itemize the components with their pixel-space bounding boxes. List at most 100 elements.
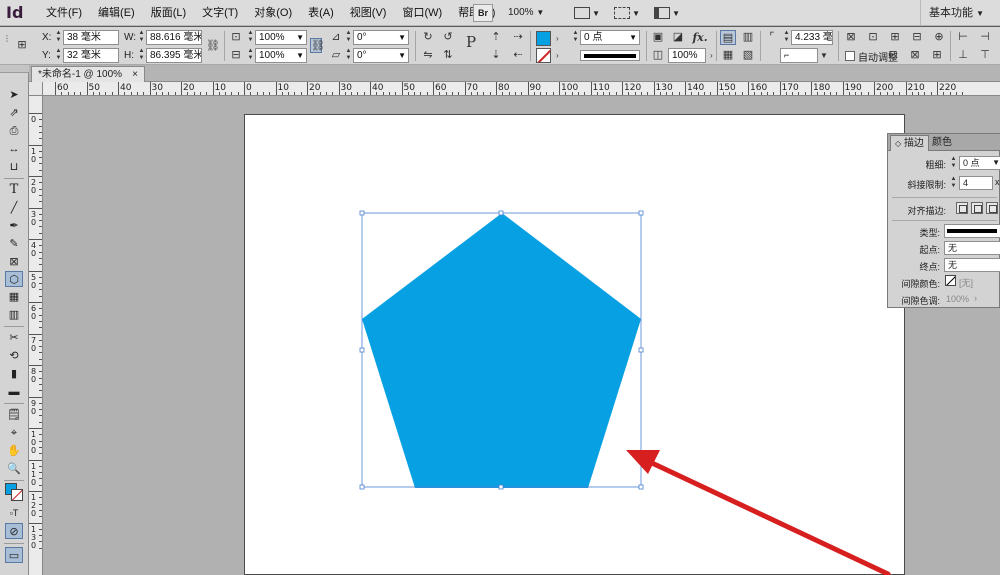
scale-x-field[interactable]: 100% ▼ bbox=[255, 30, 307, 45]
drop-shadow-icon[interactable]: ▣ bbox=[650, 30, 666, 45]
align-stroke-center-icon[interactable] bbox=[956, 202, 968, 214]
screen-mode-icon[interactable]: ▼ bbox=[612, 5, 642, 21]
select-content-icon[interactable]: ⇣ bbox=[488, 48, 504, 63]
handle-bottom-center[interactable] bbox=[498, 484, 504, 490]
menu-table[interactable]: 表(A) bbox=[300, 0, 342, 26]
fit-frame-to-content-icon[interactable]: ⊠ bbox=[907, 48, 923, 63]
h-stepper[interactable]: ▲ ▼ bbox=[138, 48, 145, 63]
tab-color[interactable]: 颜色 bbox=[928, 135, 956, 151]
menu-window[interactable]: 窗口(W) bbox=[394, 0, 450, 26]
text-wrap-shape-icon[interactable]: ▦ bbox=[720, 48, 736, 63]
miter-limit-field[interactable]: 4 bbox=[959, 176, 993, 190]
scissors-tool-icon[interactable]: ✂ bbox=[5, 330, 23, 346]
rotation-angle-field[interactable]: 0° ▼ bbox=[353, 30, 409, 45]
x-position-field[interactable]: 38 毫米 bbox=[63, 30, 119, 45]
align-left-icon[interactable]: ⊢ bbox=[955, 30, 971, 45]
gap-tool-icon[interactable]: ↔ bbox=[5, 141, 23, 157]
horizontal-ruler[interactable]: 60 50 40 30 20 10 0 10 20 30 40 50 60 70 80 90 100 110 120… bbox=[43, 82, 1000, 96]
gradient-swatch-tool-icon[interactable]: ▮ bbox=[5, 366, 23, 382]
arrange-documents-icon[interactable]: ▼ bbox=[652, 5, 682, 21]
select-next-object-icon[interactable]: ⇢ bbox=[510, 30, 526, 45]
handle-top-center[interactable] bbox=[498, 210, 504, 216]
gap-color-value[interactable]: [无] bbox=[959, 276, 973, 289]
flip-horizontal-icon[interactable]: ⇋ bbox=[420, 48, 436, 63]
fit-frame-icon[interactable]: ⊡ bbox=[865, 30, 881, 45]
gradient-feather-tool-icon[interactable]: ▬ bbox=[5, 384, 23, 400]
weight-stepper[interactable]: ▲ ▼ bbox=[950, 156, 957, 171]
stroke-weight-stepper[interactable]: ▲ ▼ bbox=[572, 30, 579, 45]
constrain-scale-icon[interactable]: ⛓ bbox=[310, 38, 325, 53]
frame-fitting-options-icon[interactable]: ⊞ bbox=[929, 48, 945, 63]
close-icon[interactable]: × bbox=[132, 67, 138, 82]
gap-tint-value[interactable]: 100% bbox=[946, 294, 969, 304]
weight-field[interactable]: 0 点 ▼ bbox=[959, 156, 1000, 170]
pen-tool-icon[interactable]: ✒ bbox=[5, 218, 23, 234]
corner-shape-dropdown-icon[interactable]: ▼ bbox=[820, 51, 828, 60]
select-container-icon[interactable]: ⇡ bbox=[488, 30, 504, 45]
auto-fit-checkbox[interactable] bbox=[845, 51, 855, 61]
bridge-button[interactable]: Br bbox=[473, 4, 493, 22]
stroke-dropdown-icon[interactable]: › bbox=[556, 51, 559, 60]
distribute-left-icon[interactable]: ⊥ bbox=[955, 48, 971, 63]
vertical-ruler[interactable]: 0 10 20 30 40 50 60 70 80 90 100 110 120 130 bbox=[29, 96, 43, 575]
scale-y-field[interactable]: 100% ▼ bbox=[255, 48, 307, 63]
fill-dropdown-icon[interactable]: › bbox=[556, 34, 559, 43]
handle-bottom-left[interactable] bbox=[359, 484, 365, 490]
hand-tool-icon[interactable]: ✋ bbox=[5, 443, 23, 459]
stroke-swatch[interactable] bbox=[536, 48, 551, 63]
y-stepper[interactable]: ▲ ▼ bbox=[55, 48, 62, 63]
align-center-icon[interactable]: ⊣ bbox=[977, 30, 993, 45]
menu-layout[interactable]: 版面(L) bbox=[143, 0, 194, 26]
text-wrap-jump-icon[interactable]: ▧ bbox=[740, 48, 756, 63]
fill-frame-icon[interactable]: ⊟ bbox=[909, 30, 925, 45]
menu-type[interactable]: 文字(T) bbox=[194, 0, 246, 26]
toolbox-grip[interactable] bbox=[0, 65, 29, 73]
height-field[interactable]: 86.395 毫米 bbox=[146, 48, 202, 63]
text-wrap-none-icon[interactable]: ▤ bbox=[720, 30, 736, 45]
handle-bottom-right[interactable] bbox=[638, 484, 644, 490]
center-content-icon[interactable]: ⊕ bbox=[931, 30, 947, 45]
corner-size-field[interactable]: 4.233 毫 bbox=[791, 30, 833, 45]
view-options-icon[interactable]: ▼ bbox=[572, 5, 602, 21]
scale-y-stepper[interactable]: ▲ ▼ bbox=[247, 48, 254, 63]
page-tool-icon[interactable]: ⎙ bbox=[5, 123, 23, 139]
constrain-proportions-icon[interactable]: ⛓ bbox=[205, 39, 221, 54]
opacity-dropdown-icon[interactable]: › bbox=[710, 51, 713, 60]
handle-top-left[interactable] bbox=[359, 210, 365, 216]
handle-top-right[interactable] bbox=[638, 210, 644, 216]
document-tab[interactable]: *未命名-1 @ 100% × bbox=[31, 66, 145, 82]
stroke-color-icon[interactable] bbox=[11, 489, 23, 501]
fx-effects-button[interactable]: fx. bbox=[692, 30, 708, 45]
fit-proportional-icon[interactable]: ⊞ bbox=[887, 30, 903, 45]
note-tool-icon[interactable]: 🗒 bbox=[5, 407, 23, 423]
effects-icon[interactable]: ◪ bbox=[670, 30, 686, 45]
fill-swatch[interactable] bbox=[536, 31, 551, 46]
align-stroke-outside-icon[interactable] bbox=[986, 202, 998, 214]
stroke-type-select[interactable] bbox=[944, 224, 1000, 238]
screen-mode-icon[interactable]: ▭ bbox=[5, 547, 23, 563]
start-cap-select[interactable]: 无 bbox=[944, 241, 1000, 255]
stroke-type-select[interactable] bbox=[580, 50, 640, 61]
shear-angle-field[interactable]: 0° ▼ bbox=[353, 48, 409, 63]
selection-tool-icon[interactable]: ➤ bbox=[5, 87, 23, 103]
type-tool-icon[interactable]: T bbox=[5, 182, 23, 198]
width-field[interactable]: 88.616 毫米 bbox=[146, 30, 202, 45]
handle-middle-right[interactable] bbox=[638, 347, 644, 353]
end-cap-select[interactable]: 无 bbox=[944, 258, 1000, 272]
gap-color-swatch[interactable] bbox=[945, 275, 956, 286]
menu-object[interactable]: 对象(O) bbox=[246, 0, 300, 26]
w-stepper[interactable]: ▲ ▼ bbox=[138, 30, 145, 45]
handle-middle-left[interactable] bbox=[359, 347, 365, 353]
workspace-switcher[interactable]: 基本功能 ▼ bbox=[920, 0, 1000, 26]
corner-size-stepper[interactable]: ▲ ▼ bbox=[783, 30, 790, 45]
stroke-weight-field[interactable]: 0 点 ▼ bbox=[580, 30, 640, 45]
ruler-origin[interactable] bbox=[29, 82, 43, 96]
corner-options-icon[interactable]: ⌜ bbox=[764, 30, 780, 45]
scale-x-stepper[interactable]: ▲ ▼ bbox=[247, 30, 254, 45]
menu-view[interactable]: 视图(V) bbox=[342, 0, 395, 26]
zoom-level-select[interactable]: 100% ▼ bbox=[508, 4, 550, 22]
free-transform-tool-icon[interactable]: ⟲ bbox=[5, 348, 23, 364]
select-previous-object-icon[interactable]: ⇠ bbox=[510, 48, 526, 63]
corner-shape-select[interactable]: ⌐ bbox=[780, 48, 818, 63]
rotate-stepper[interactable]: ▲ ▼ bbox=[345, 30, 352, 45]
